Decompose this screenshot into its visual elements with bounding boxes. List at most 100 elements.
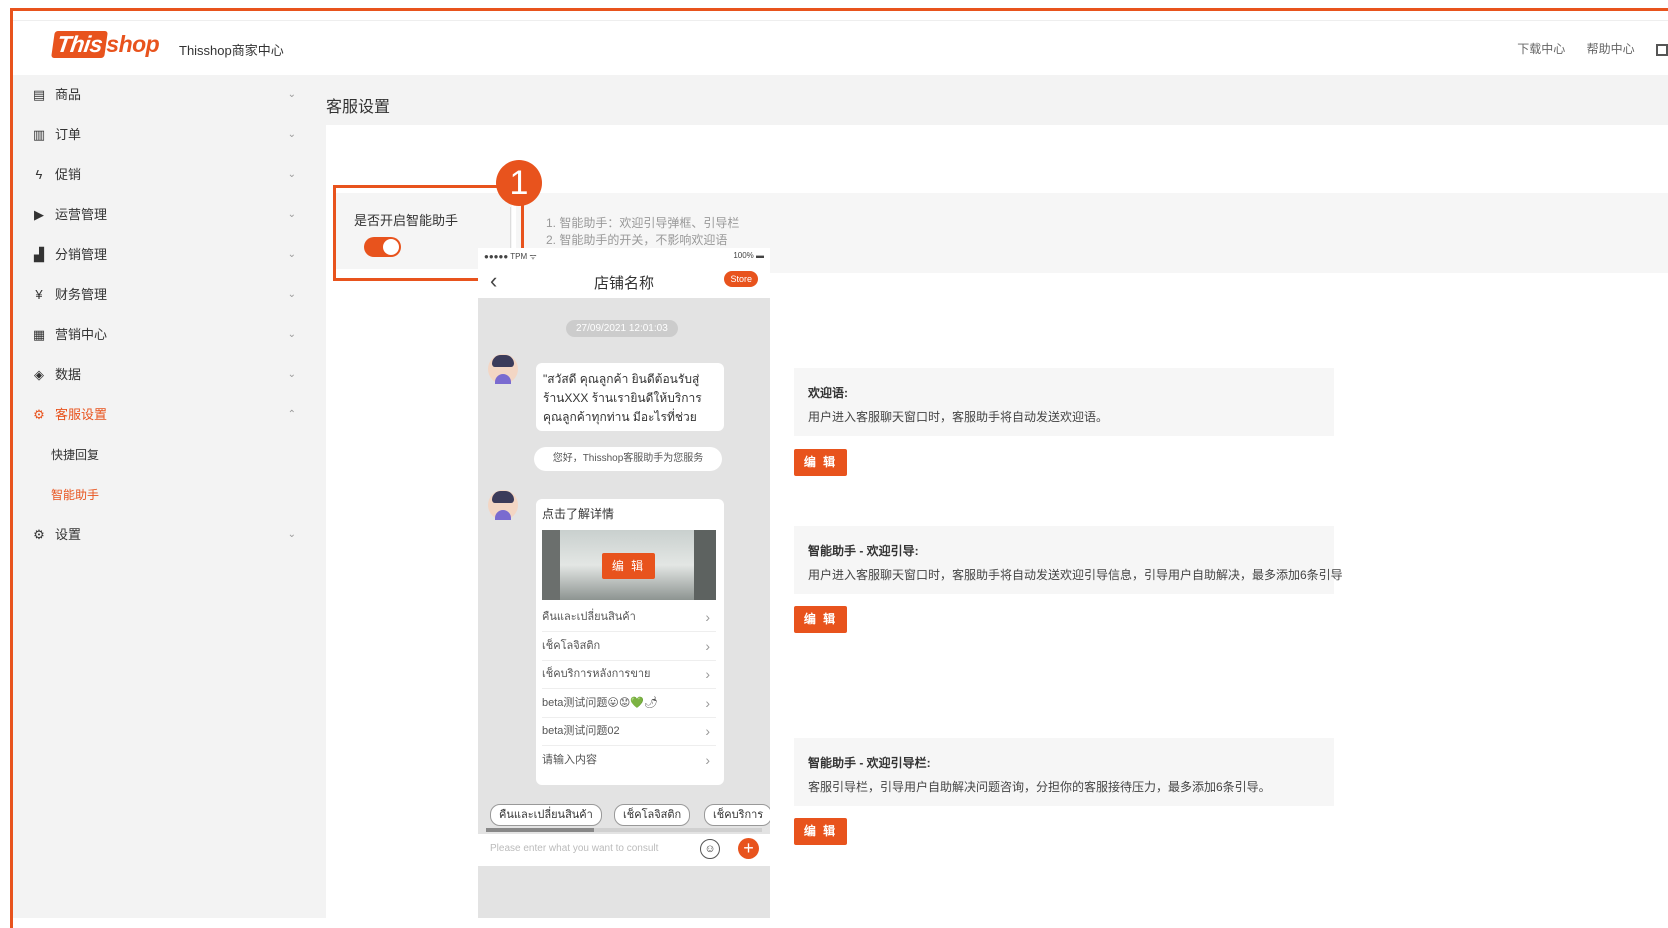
guide-card-title: 点击了解详情 [542,507,615,521]
edit-guide-button[interactable]: 编 辑 [794,606,847,633]
gear-icon: ⚙ [33,407,45,422]
sidebar-subitem-quick-reply[interactable]: 快捷回复 [13,435,326,475]
chevron-down-icon: ⌄ [287,369,296,380]
top-links: 下载中心 帮助中心 [1499,40,1668,57]
quick-chip[interactable]: เช็คบริการ [704,804,770,826]
sidebar-item-distribution[interactable]: ▟ 分销管理 ⌄ [13,235,326,275]
guide-row[interactable]: beta测试问题02 › [542,717,716,746]
guide-bar-desc: 客服引导栏，引导用户自助解决问题咨询，分担你的客服接待压力，最多添加6条引导。 [808,780,1271,794]
sidebar-item-products[interactable]: ▤ 商品 ⌄ [13,75,326,115]
quick-bar-scrollbar[interactable] [486,828,762,832]
guide-row[interactable]: 请输入内容 › [542,746,716,774]
finance-icon: ¥ [35,287,43,302]
chevron-down-icon: ⌄ [287,289,296,300]
guide-row[interactable]: เช็คบริการหลังการขาย › [542,660,716,689]
download-center-link[interactable]: 下载中心 [1517,42,1565,56]
page-title: 客服设置 [326,99,391,116]
signal-status: ●●●●● TPM ᯤ [484,252,537,261]
welcome-desc: 用户进入客服聊天窗口时，客服助手将自动发送欢迎语。 [808,410,1109,424]
sidebar-item-settings[interactable]: ⚙ 设置 ⌄ [13,515,326,555]
sidebar-item-orders[interactable]: ▥ 订单 ⌄ [13,115,326,155]
info-line-1: 1. 智能助手：欢迎引导弹框、引导栏 [546,216,740,230]
phone-header: ‹ 店铺名称 Store [478,264,770,298]
guide-config-box: 智能助手 - 欢迎引导: 用户进入客服聊天窗口时，客服助手将自动发送欢迎引导信息… [794,526,1343,594]
shield-icon: ◈ [34,367,44,382]
content-panel: 1. 智能助手：欢迎引导弹框、引导栏 2. 智能助手的开关，不影响欢迎语 是否开… [326,125,1668,918]
chart-icon: ▟ [34,247,44,262]
sidebar: ▤ 商品 ⌄ ▥ 订单 ⌄ ϟ 促销 ⌄ ▶ 运营管理 ⌄ ▟ 分销管理 ⌄ ¥ 财务管理 ⌄ ▦ 营销中… [13,75,326,918]
sidebar-item-label: 客服设置 [55,407,108,422]
edit-welcome-button[interactable]: 编 辑 [794,449,847,476]
guide-row-label: เช็คโลจิสติก [542,640,601,652]
chevron-down-icon: ⌄ [287,129,296,140]
battery-status: 100% ▬ [733,251,764,260]
sidebar-item-label: 数据 [55,367,82,382]
quick-guide-bar: คืนและเปลี่ยนสินค้า เช็คโลจิสติก เช็คบริ… [478,800,770,828]
chevron-down-icon: ⌄ [287,209,296,220]
store-icon: ▤ [32,87,46,102]
chat-input-bar: Please enter what you want to consult ☺ … [478,834,770,866]
thisshop-logo[interactable]: Thisshop [51,31,160,58]
chevron-down-icon: ⌄ [287,169,296,180]
info-notes: 1. 智能助手：欢迎引导弹框、引导栏 2. 智能助手的开关，不影响欢迎语 [546,215,739,249]
top-bar: Thisshop Thisshop商家中心 下载中心 帮助中心 [13,20,1668,76]
sidebar-item-label: 设置 [55,527,82,542]
info-line-2: 2. 智能助手的开关，不影响欢迎语 [546,233,728,247]
store-badge: Store [724,271,758,287]
guide-row[interactable]: เช็คโลจิสติก › [542,632,716,661]
sidebar-item-promotions[interactable]: ϟ 促销 ⌄ [13,155,326,195]
sidebar-item-label: 订单 [55,127,82,142]
phone-status-bar: ●●●●● TPM ᯤ 100% ▬ [478,248,770,264]
sidebar-item-data[interactable]: ◈ 数据 ⌄ [13,355,326,395]
lightning-icon: ϟ [35,167,43,182]
guide-row-label: 请输入内容 [542,754,597,766]
play-icon: ▶ [34,207,44,222]
assistant-avatar [488,490,518,520]
plus-icon[interactable]: + [738,838,759,859]
guide-title: 智能助手 - 欢迎引导: [808,544,919,558]
sidebar-item-finance[interactable]: ¥ 财务管理 ⌄ [13,275,326,315]
edit-guide-bar-button[interactable]: 编 辑 [794,818,847,845]
guide-bar-title: 智能助手 - 欢迎引导栏: [808,756,931,770]
guide-row[interactable]: คืนและเปลี่ยนสินค้า › [542,603,716,632]
chevron-right-icon: › [705,609,710,625]
main-area: 客服设置 1. 智能助手：欢迎引导弹框、引导栏 2. 智能助手的开关，不影响欢迎… [326,75,1668,918]
chevron-right-icon: › [705,638,710,654]
gear-icon: ⚙ [33,527,45,542]
sidebar-item-label: 营销中心 [55,327,108,342]
scrollbar-thumb[interactable] [486,828,594,832]
quick-chip[interactable]: คืนและเปลี่ยนสินค้า [490,804,602,826]
chevron-down-icon: ⌄ [287,529,296,540]
guide-row-label: beta测试问题😛😟💚🌶 [542,697,659,709]
quick-chip[interactable]: เช็คโลจิสติก [614,804,691,826]
sidebar-item-customer-service[interactable]: ⚙ 客服设置 ⌃ [13,395,326,435]
welcome-message-bubble: "สวัสดี คุณลูกค้า ยินดีต้อนรับสู่ร้านXXX… [536,363,724,431]
merchant-center-title: Thisshop商家中心 [179,43,284,58]
assistant-avatar [488,354,518,384]
phone-preview: ●●●●● TPM ᯤ 100% ▬ ‹ 店铺名称 Store 27/09/20… [478,248,770,918]
chat-input[interactable]: Please enter what you want to consult [490,843,658,854]
sidebar-item-label: 分销管理 [55,247,108,262]
help-center-link[interactable]: 帮助中心 [1587,42,1635,56]
sidebar-subitem-smart-assistant[interactable]: 智能助手 [13,475,326,515]
emoji-icon[interactable]: ☺ [700,839,720,859]
sidebar-item-label: 财务管理 [55,287,108,302]
chevron-right-icon: › [705,723,710,739]
chevron-down-icon: ⌄ [287,249,296,260]
sidebar-item-label: 促销 [55,167,82,182]
guide-row-label: เช็คบริการหลังการขาย [542,668,651,680]
qr-code-icon[interactable] [1656,43,1668,56]
edit-image-button[interactable]: 编 辑 [602,553,655,579]
sidebar-item-marketing[interactable]: ▦ 营销中心 ⌄ [13,315,326,355]
guide-card: 点击了解详情 编 辑 คืนและเปลี่ยนสินค้า › เช็คโลจิ… [536,499,724,785]
chevron-down-icon: ⌄ [287,329,296,340]
welcome-config-box: 欢迎语: 用户进入客服聊天窗口时，客服助手将自动发送欢迎语。 [794,368,1334,436]
guide-row-label: beta测试问题02 [542,725,620,737]
auto-reply-message: 您好，Thisshop客服助手为您服务 [534,447,722,471]
guide-row[interactable]: beta测试问题😛😟💚🌶 › [542,689,716,718]
sidebar-item-operations[interactable]: ▶ 运营管理 ⌄ [13,195,326,235]
sidebar-item-label: 商品 [55,87,82,102]
guide-card-image: 编 辑 [542,530,716,600]
calendar-icon: ▦ [32,327,46,342]
guide-desc: 用户进入客服聊天窗口时，客服助手将自动发送欢迎引导信息，引导用户自助解决，最多添… [808,568,1343,582]
